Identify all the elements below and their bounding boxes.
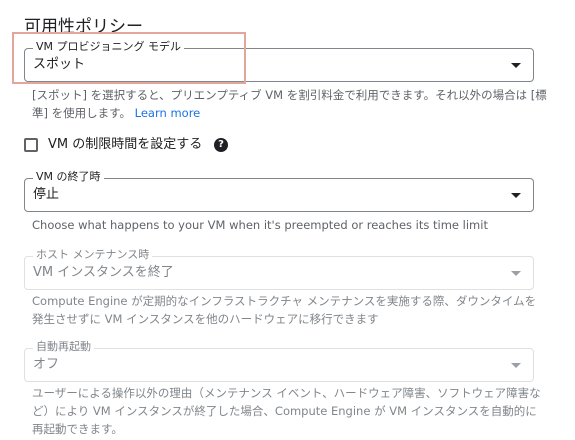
dropdown-arrow-icon [511, 363, 521, 368]
dropdown-arrow-icon [511, 271, 521, 276]
time-limit-label[interactable]: VM の制限時間を設定する [48, 136, 202, 154]
highlight-box [12, 32, 246, 84]
provisioning-model-hint-text: [スポット] を選択すると、プリエンプティブ VM を割引料金で利用できます。そ… [32, 88, 547, 120]
termination-action-label: VM の終了時 [33, 170, 104, 184]
host-maintenance-hint: Compute Engine が定期的なインフラストラクチャ メンテナンスを実施… [32, 294, 537, 326]
host-maintenance-label: ホスト メンテナンス時 [33, 248, 153, 262]
dropdown-arrow-icon [511, 63, 521, 68]
provisioning-model-hint: [スポット] を選択すると、プリエンプティブ VM を割引料金で利用できます。そ… [32, 86, 547, 122]
auto-restart-hint: ユーザーによる操作以外の理由（メンテナンス イベント、ハードウェア障害、ソフトウ… [32, 386, 541, 436]
auto-restart-label: 自動再起動 [33, 340, 94, 354]
help-icon[interactable]: ? [214, 138, 228, 152]
termination-hint: Choose what happens to your VM when it's… [32, 218, 488, 232]
learn-more-link[interactable]: Learn more [135, 106, 201, 120]
host-maintenance-select: ホスト メンテナンス時 VM インスタンスを終了 [24, 248, 534, 290]
auto-restart-value: オフ [33, 357, 60, 372]
termination-action-value: 停止 [33, 187, 60, 202]
time-limit-checkbox[interactable] [24, 138, 38, 152]
auto-restart-select: 自動再起動 オフ [24, 340, 534, 382]
host-maintenance-value: VM インスタンスを終了 [33, 265, 174, 280]
dropdown-arrow-icon [511, 193, 521, 198]
termination-action-select[interactable]: VM の終了時 停止 [24, 170, 534, 212]
